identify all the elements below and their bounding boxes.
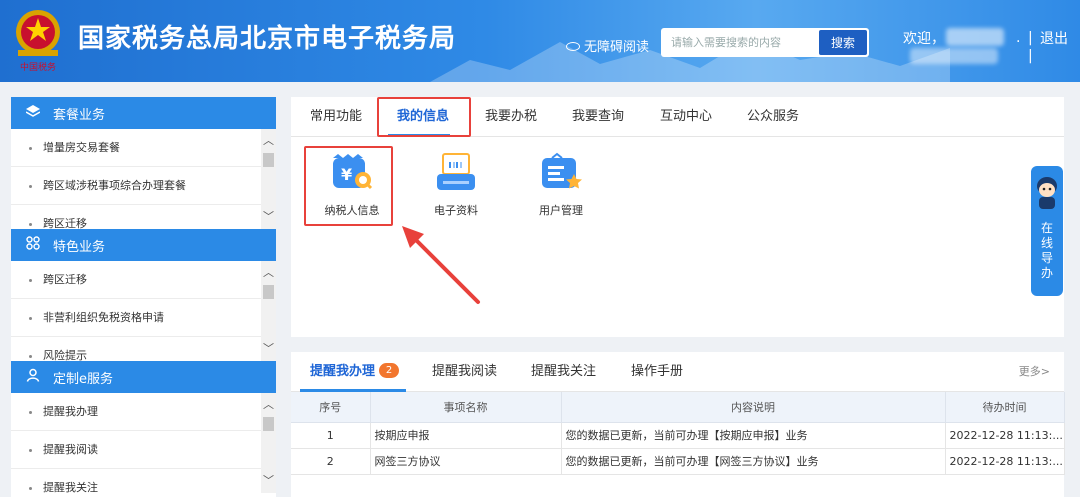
- user-icon: [25, 368, 41, 386]
- online-guide-label: 在线导办: [1040, 221, 1053, 280]
- accessible-reading-link[interactable]: 无障碍阅读: [566, 36, 649, 55]
- chevron-down-icon[interactable]: ﹀: [261, 473, 276, 489]
- row-description: 您的数据已更新，当前可办理【按期应申报】业务: [561, 422, 946, 449]
- assistant-avatar-icon: [1037, 177, 1057, 209]
- sidebar-item[interactable]: 非营利组织免税资格申请: [11, 299, 261, 337]
- row-index: 2: [291, 448, 371, 475]
- row-index: 1: [291, 422, 371, 449]
- reminder-panel: 提醒我办理 2 提醒我阅读 提醒我关注 操作手册 更多> 序号 事项名称 内容说明…: [291, 352, 1065, 497]
- search-box: 搜索: [661, 28, 869, 57]
- row-item-name[interactable]: 网签三方协议: [370, 448, 562, 475]
- grid-icon: [25, 236, 41, 254]
- accessible-reading-label: 无障碍阅读: [584, 40, 650, 55]
- row-time: 2022-12-28 11:13:...: [945, 448, 1065, 475]
- site-title: 国家税务总局北京市电子税务局: [78, 24, 457, 54]
- tab-remind-handle[interactable]: 提醒我办理 2: [310, 352, 400, 392]
- sidebar-item[interactable]: 提醒我阅读: [11, 431, 261, 469]
- sidebar-group-list: 提醒我办理 提醒我阅读 提醒我关注 ︿ ﹀: [11, 393, 276, 493]
- sidebar-item[interactable]: 提醒我关注: [11, 469, 261, 493]
- layers-icon: [25, 105, 41, 121]
- sidebar-item[interactable]: 跨区迁移: [11, 205, 261, 229]
- tab-public-service[interactable]: 公众服务: [747, 97, 799, 137]
- sidebar-group-list: 跨区迁移 非营利组织免税资格申请 风险提示 ︿ ﹀: [11, 261, 276, 361]
- scrollbar-thumb[interactable]: [263, 417, 274, 431]
- tab-remind-read[interactable]: 提醒我阅读: [432, 352, 497, 392]
- separator: |: [1028, 30, 1033, 46]
- column-header: 内容说明: [561, 392, 946, 423]
- tab-common[interactable]: 常用功能: [310, 97, 362, 137]
- function-user-management[interactable]: 用户管理: [516, 152, 606, 218]
- tab-manual[interactable]: 操作手册: [631, 352, 683, 392]
- reminder-table: 序号 事项名称 内容说明 待办时间 1 按期应申报 您的数据已更新，当前可办理【…: [291, 392, 1065, 475]
- chevron-up-icon[interactable]: ︿: [261, 133, 276, 149]
- welcome-text: 欢迎，: [903, 31, 945, 47]
- sidebar-item[interactable]: 跨区迁移: [11, 261, 261, 299]
- search-button[interactable]: 搜索: [819, 30, 867, 55]
- row-description: 您的数据已更新，当前可办理【网签三方协议】业务: [561, 448, 946, 475]
- sidebar-group-title: 定制e服务: [53, 371, 113, 387]
- table-header-row: 序号 事项名称 内容说明 待办时间: [291, 392, 1065, 423]
- sidebar-item[interactable]: 提醒我办理: [11, 393, 261, 431]
- highlight-box-function: [304, 146, 393, 226]
- tab-interaction[interactable]: 互动中心: [660, 97, 712, 137]
- sidebar-group-title: 特色业务: [53, 239, 106, 255]
- sidebar-item[interactable]: 跨区域涉税事项综合办理套餐: [11, 167, 261, 205]
- site-header: 中国税务 国家税务总局北京市电子税务局 无障碍阅读 搜索 欢迎， . | | 退…: [0, 0, 1080, 82]
- sidebar-group-featured[interactable]: 特色业务: [11, 229, 276, 261]
- tab-label: 提醒我办理: [310, 364, 376, 379]
- scrollbar[interactable]: ︿ ﹀: [261, 393, 276, 493]
- row-time: 2022-12-28 11:13:...: [945, 422, 1065, 449]
- sidebar: 套餐业务 增量房交易套餐 跨区域涉税事项综合办理套餐 跨区迁移 ︿ ﹀ 特色业务…: [11, 97, 276, 497]
- chevron-down-icon[interactable]: ﹀: [261, 341, 276, 357]
- reminder-tabs: 提醒我办理 2 提醒我阅读 提醒我关注 操作手册 更多>: [291, 352, 1064, 392]
- sidebar-item[interactable]: 增量房交易套餐: [11, 129, 261, 167]
- sidebar-group-custom[interactable]: 定制e服务: [11, 361, 276, 393]
- column-header: 待办时间: [945, 392, 1065, 423]
- table-row[interactable]: 2 网签三方协议 您的数据已更新，当前可办理【网签三方协议】业务 2022-12…: [291, 448, 1065, 475]
- sidebar-group-title: 套餐业务: [53, 107, 106, 123]
- user-name-blurred-2: [910, 48, 998, 64]
- user-name-blurred: [946, 28, 1004, 46]
- logout-link[interactable]: 退出: [1040, 28, 1068, 48]
- tab-remind-follow[interactable]: 提醒我关注: [531, 352, 596, 392]
- separator: .: [1016, 30, 1021, 46]
- national-emblem-icon: 中国税务: [16, 10, 60, 73]
- search-input[interactable]: [661, 28, 811, 57]
- scrollbar-thumb[interactable]: [263, 285, 274, 299]
- sidebar-group-list: 增量房交易套餐 跨区域涉税事项综合办理套餐 跨区迁移 ︿ ﹀: [11, 129, 276, 229]
- sidebar-item[interactable]: 风险提示: [11, 337, 261, 361]
- tab-query[interactable]: 我要查询: [572, 97, 624, 137]
- separator: |: [1028, 48, 1033, 64]
- svg-text:中国税务: 中国税务: [20, 61, 56, 73]
- chevron-up-icon[interactable]: ︿: [261, 265, 276, 281]
- column-header: 序号: [291, 392, 371, 423]
- user-management-icon: [538, 152, 584, 194]
- e-document-icon: [433, 152, 479, 194]
- function-label: 电子资料: [434, 204, 478, 217]
- tab-tax-handling[interactable]: 我要办税: [485, 97, 537, 137]
- scrollbar[interactable]: ︿ ﹀: [261, 129, 276, 229]
- active-tab-indicator: [300, 389, 406, 392]
- row-item-name[interactable]: 按期应申报: [370, 422, 562, 449]
- highlight-box-tab: [377, 97, 471, 137]
- count-badge: 2: [379, 363, 400, 378]
- function-e-document[interactable]: 电子资料: [411, 152, 501, 218]
- more-link[interactable]: 更多>: [1019, 352, 1050, 392]
- annotation-arrow-icon: [402, 226, 480, 304]
- chevron-down-icon[interactable]: ﹀: [261, 209, 276, 225]
- online-guide-widget[interactable]: 在线导办: [1031, 166, 1063, 296]
- scrollbar[interactable]: ︿ ﹀: [261, 261, 276, 361]
- function-label: 用户管理: [539, 204, 583, 217]
- table-row[interactable]: 1 按期应申报 您的数据已更新，当前可办理【按期应申报】业务 2022-12-2…: [291, 422, 1065, 449]
- chevron-up-icon[interactable]: ︿: [261, 397, 276, 413]
- column-header: 事项名称: [370, 392, 562, 423]
- eye-icon: [566, 42, 580, 51]
- sidebar-group-package[interactable]: 套餐业务: [11, 97, 276, 129]
- scrollbar-thumb[interactable]: [263, 153, 274, 167]
